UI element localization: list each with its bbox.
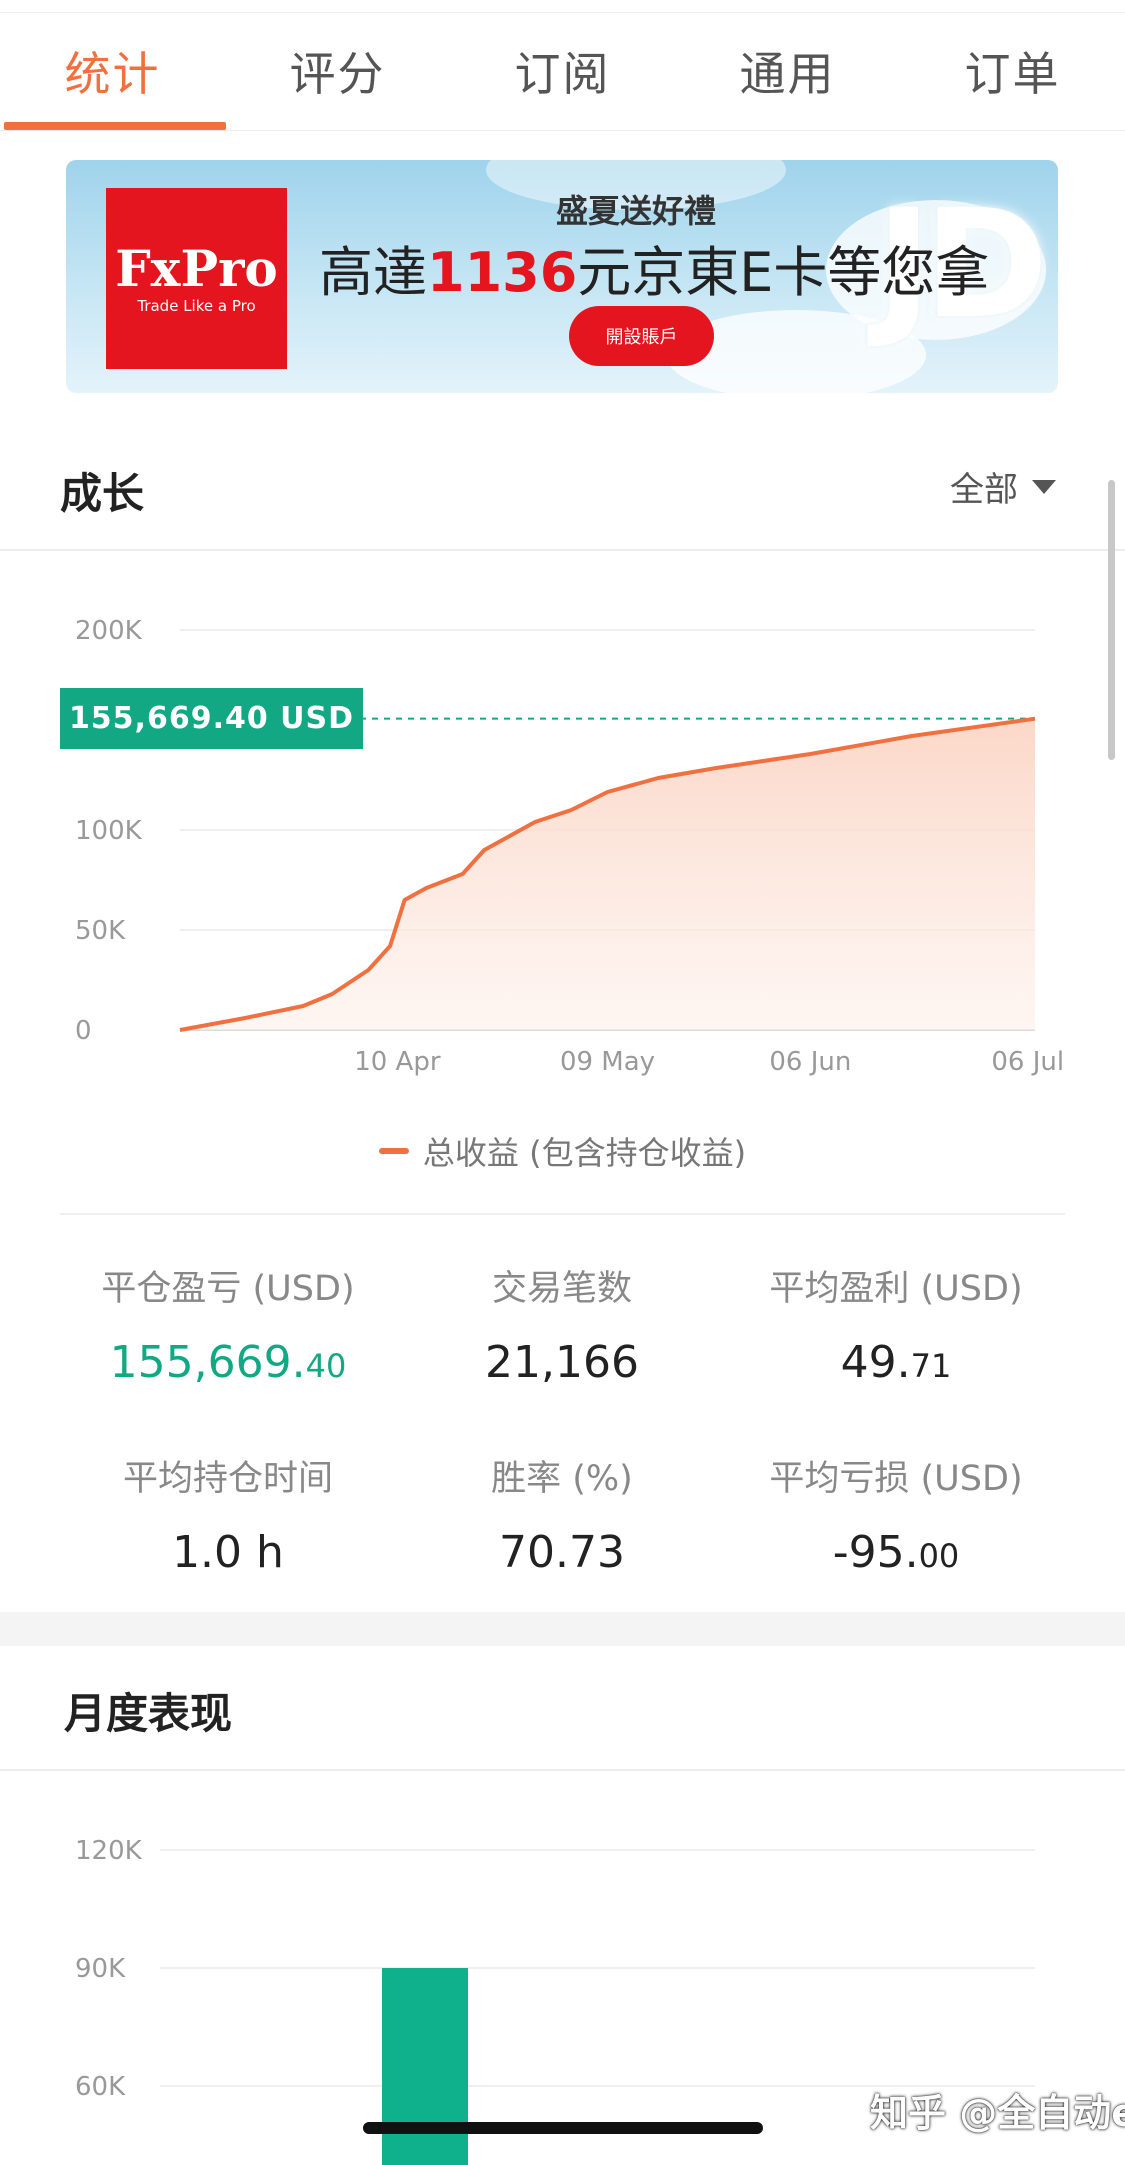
legend-label: 总收益 (包含持仓收益) (422, 1134, 747, 1172)
tab-orders[interactable]: 订单 (900, 12, 1125, 130)
offer-suffix: 元京東E卡等您拿 (577, 241, 990, 304)
period-filter-label: 全部 (950, 470, 1018, 510)
monthly-y-tick-label: 120K (75, 1836, 143, 1866)
stat-closed-pnl: 平仓盈亏 (USD) 155,669.40 (48, 1260, 408, 1388)
stat-decimal: 71 (910, 1347, 952, 1385)
stat-value: 21,166 (382, 1337, 742, 1388)
section-divider (0, 1769, 1125, 1771)
stat-avg-profit: 平均盈利 (USD) 49.71 (716, 1260, 1076, 1388)
stat-int: 155,669. (109, 1337, 306, 1388)
promo-banner[interactable]: JD FxPro Trade Like a Pro 盛夏送好禮 高達1136元京… (66, 160, 1058, 393)
growth-y-tick-label: 0 (75, 1016, 92, 1046)
growth-area-fill (180, 718, 1035, 1030)
growth-y-tick-label: 200K (75, 616, 143, 646)
monthly-y-tick-label: 60K (75, 2072, 126, 2102)
caret-down-icon (1032, 479, 1056, 494)
section-gap (0, 1612, 1125, 1646)
stat-label: 交易笔数 (491, 1269, 632, 1309)
stat-decimal: 00 (918, 1537, 960, 1575)
stat-value: 155,669.40 (48, 1337, 408, 1388)
stat-avg-hold-time: 平均持仓时间 1.0 h (48, 1450, 408, 1578)
banner-offer-text: 高達1136元京東E卡等您拿 (319, 228, 989, 307)
monthly-y-tick-label: 90K (75, 1954, 126, 1984)
stat-int: 21,166 (485, 1337, 639, 1388)
stat-value: 70.73 (382, 1527, 742, 1578)
active-tab-indicator (4, 122, 226, 130)
stat-int: 70.73 (499, 1527, 625, 1578)
offer-prefix: 高達 (319, 241, 427, 304)
open-account-button[interactable]: 開設賬戶 (569, 306, 714, 366)
stat-value: 49.71 (716, 1337, 1076, 1388)
legend-swatch (378, 1148, 409, 1154)
growth-y-tick-label: 100K (75, 816, 143, 846)
current-value-badge: 155,669.40 USD (60, 688, 363, 749)
monthly-title: 月度表现 (64, 1689, 233, 1738)
tab-general[interactable]: 通用 (675, 12, 900, 130)
stats-divider (60, 1213, 1065, 1215)
stat-int: 49. (840, 1337, 911, 1388)
growth-x-tick-label: 09 May (560, 1047, 655, 1077)
monthly-bar[interactable] (382, 1968, 468, 2165)
growth-x-tick-label: 06 Jun (769, 1047, 851, 1077)
growth-x-tick-label: 10 Apr (354, 1047, 441, 1077)
fxpro-brand-text: FxPro (115, 238, 278, 298)
home-indicator[interactable] (363, 2122, 763, 2134)
stat-label: 胜率 (%) (491, 1459, 633, 1499)
growth-title: 成长 (60, 469, 145, 518)
stat-label: 平均盈利 (USD) (769, 1269, 1023, 1309)
stat-value: -95.00 (716, 1527, 1076, 1578)
stat-win-rate: 胜率 (%) 70.73 (382, 1450, 742, 1578)
watermark: 知乎 @全自动ea (870, 2091, 1125, 2135)
stat-avg-loss: 平均亏损 (USD) -95.00 (716, 1450, 1076, 1578)
stat-label: 平均持仓时间 (122, 1459, 333, 1499)
stat-decimal: 40 (305, 1347, 347, 1385)
tab-bar: 统计 评分 订阅 通用 订单 (0, 12, 1125, 131)
banner-headline: 盛夏送好禮 (556, 192, 717, 230)
tab-rating[interactable]: 评分 (225, 12, 450, 130)
tab-stats[interactable]: 统计 (0, 12, 225, 130)
stat-int: 1.0 h (172, 1527, 284, 1578)
growth-x-tick-label: 06 Jul (991, 1047, 1064, 1077)
stat-int: -95. (832, 1527, 919, 1578)
chart-legend: 总收益 (包含持仓收益) (0, 1128, 1125, 1174)
period-filter-dropdown[interactable]: 全部 (950, 462, 1056, 511)
section-divider (0, 549, 1125, 551)
growth-chart: 200K 100K 50K 0 10 Apr 09 May 06 Jun 06 Jul (75, 616, 1064, 1077)
tab-subscribe[interactable]: 订阅 (450, 12, 675, 130)
offer-amount: 1136 (427, 241, 578, 304)
growth-y-tick-label: 50K (75, 916, 126, 946)
stat-label: 平仓盈亏 (USD) (101, 1269, 355, 1309)
stat-label: 平均亏损 (USD) (769, 1459, 1023, 1499)
fxpro-tagline: Trade Like a Pro (137, 296, 256, 315)
stat-value: 1.0 h (48, 1527, 408, 1578)
fxpro-logo: FxPro Trade Like a Pro (106, 188, 287, 369)
stat-trade-count: 交易笔数 21,166 (382, 1260, 742, 1388)
